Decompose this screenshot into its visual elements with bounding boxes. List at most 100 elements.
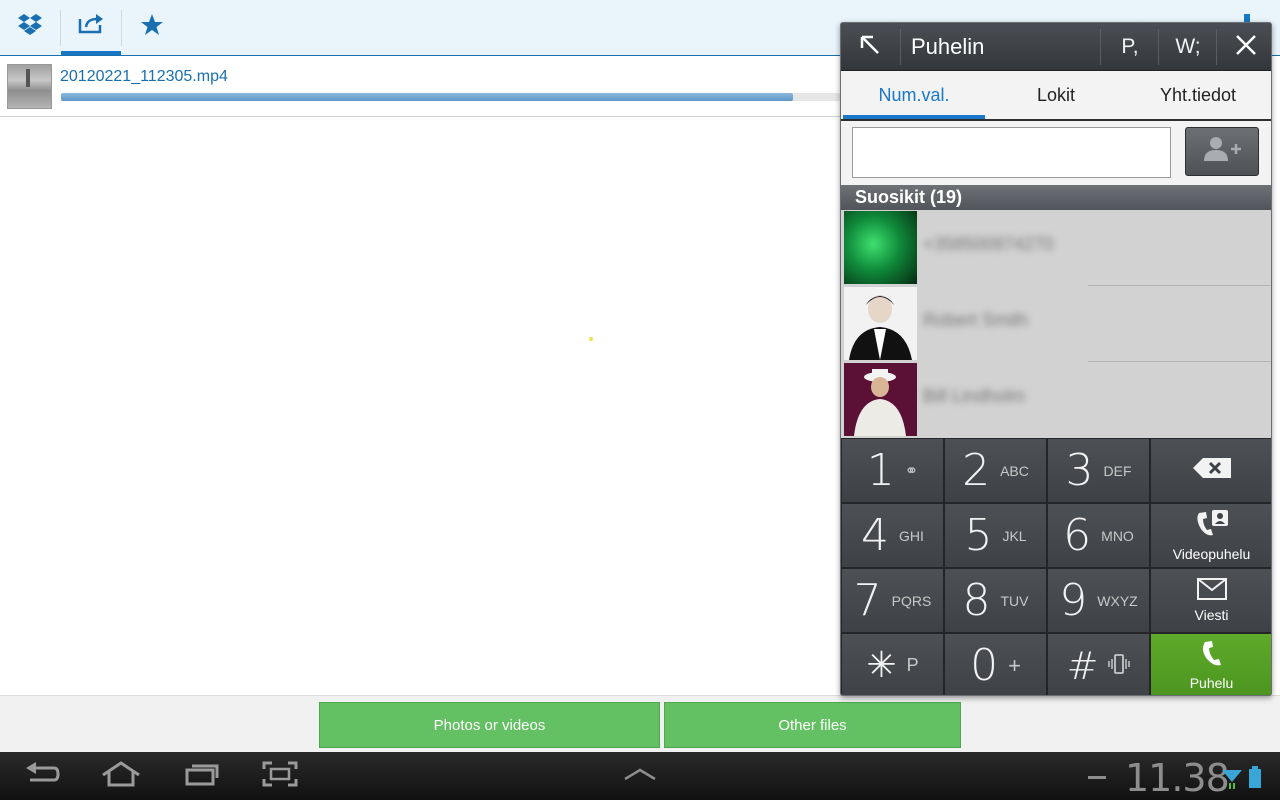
photos-or-videos-button[interactable]: Photos or videos — [319, 702, 660, 748]
key-digit: 3 — [1065, 445, 1094, 496]
key-digit: 8 — [962, 575, 991, 626]
key-letters: ABC — [1000, 462, 1029, 479]
favorite-item[interactable]: +358500974270 — [841, 210, 1271, 286]
key-1[interactable]: 1 ⚭ — [842, 439, 943, 502]
pause-button[interactable]: P, — [1102, 23, 1158, 71]
tab-contacts[interactable]: Yht.tiedot — [1127, 71, 1269, 119]
favorite-name: Bill Lindholm — [923, 386, 1026, 406]
upload-list-item[interactable]: 20120221_112305.mp4 — [0, 56, 840, 117]
key-digit: 1 — [866, 445, 895, 496]
status-clock[interactable]: 11.38 — [1125, 756, 1230, 800]
key-digit: ✳ — [866, 645, 897, 686]
favorite-item[interactable]: Bill Lindholm — [841, 362, 1271, 438]
dial-number-input[interactable] — [852, 127, 1171, 178]
touch-indicator — [589, 337, 593, 341]
dropbox-tab[interactable] — [0, 0, 60, 55]
dropbox-icon — [17, 13, 43, 42]
key-7[interactable]: 7 PQRS — [842, 569, 943, 632]
key-9[interactable]: 9 WXYZ — [1048, 569, 1149, 632]
wifi-icon — [1222, 768, 1242, 795]
backspace-icon — [1192, 457, 1232, 484]
key-hash[interactable]: # — [1048, 634, 1149, 695]
key-letters: WXYZ — [1097, 592, 1138, 609]
action-bar: Photos or videos Other files — [0, 695, 1280, 752]
key-digit: # — [1066, 643, 1099, 688]
phone-title: Puhelin — [911, 34, 985, 59]
title-divider — [1216, 29, 1217, 65]
chevron-up-icon — [623, 767, 657, 786]
key-5[interactable]: 5 JKL — [945, 504, 1046, 567]
key-digit: 7 — [853, 575, 882, 626]
add-contact-button[interactable] — [1185, 127, 1259, 176]
key-digit: 2 — [962, 445, 991, 496]
call-label: Puhelu — [1189, 675, 1234, 691]
phone-mini-app: Puhelin P, W; Num.val. Lokit Yht.tiedot — [840, 22, 1272, 696]
key-letters: P — [906, 655, 919, 675]
favorites-tab[interactable] — [122, 0, 182, 55]
key-3[interactable]: 3 DEF — [1048, 439, 1149, 502]
message-button[interactable]: Viesti — [1151, 569, 1271, 632]
add-contact-icon — [1202, 135, 1242, 168]
upload-filename: 20120221_112305.mp4 — [60, 68, 228, 85]
upload-icon — [77, 11, 105, 40]
title-divider — [1100, 29, 1101, 65]
avatar — [844, 363, 917, 436]
key-digit: 5 — [964, 510, 993, 561]
close-button[interactable] — [1218, 23, 1271, 71]
key-0[interactable]: 0 + — [945, 634, 1046, 695]
recent-apps-icon — [184, 762, 220, 791]
favorite-name: Robert Smith — [923, 310, 1029, 330]
recent-apps-button[interactable] — [182, 762, 222, 790]
message-label: Viesti — [1194, 607, 1229, 623]
videocall-button[interactable]: Videopuhelu — [1151, 504, 1271, 567]
favorite-name: +358500974270 — [923, 234, 1054, 254]
key-4[interactable]: 4 GHI — [842, 504, 943, 567]
videocall-label: Videopuhelu — [1172, 546, 1251, 562]
back-icon — [24, 761, 60, 791]
dial-input-area — [841, 121, 1271, 185]
envelope-icon — [1196, 578, 1227, 605]
screenshot-button[interactable] — [260, 761, 300, 792]
tab-keypad[interactable]: Num.val. — [843, 71, 985, 119]
key-2[interactable]: 2 ABC — [945, 439, 1046, 502]
uploads-tab[interactable] — [61, 0, 121, 55]
home-button[interactable] — [99, 760, 143, 792]
phone-title-bar: Puhelin P, W; — [841, 23, 1271, 71]
favorites-list: +358500974270 Robert Smith Bill Lindholm — [841, 210, 1271, 438]
key-digit: 0 — [970, 640, 999, 691]
battery-icon — [1249, 766, 1261, 793]
title-divider — [1158, 29, 1159, 65]
favorite-item[interactable]: Robert Smith — [841, 286, 1271, 362]
favorites-header: Suosikit (19) — [841, 185, 1271, 210]
screenshot-icon — [262, 761, 298, 792]
app-drawer-handle[interactable] — [620, 762, 660, 790]
tab-logs[interactable]: Lokit — [985, 71, 1127, 119]
call-button[interactable]: Puhelu — [1151, 634, 1271, 695]
key-star[interactable]: ✳ P — [842, 634, 943, 695]
key-letters: JKL — [1002, 527, 1027, 544]
arrow-up-left-icon — [858, 33, 882, 62]
status-separator — [1088, 776, 1106, 779]
expand-button[interactable] — [841, 23, 899, 71]
close-icon — [1235, 34, 1257, 61]
key-digit: 6 — [1063, 510, 1092, 561]
key-6[interactable]: 6 MNO — [1048, 504, 1149, 567]
backspace-button[interactable] — [1151, 439, 1271, 502]
key-letters: DEF — [1103, 462, 1132, 479]
screen: 20120221_112305.mp4 Photos or videos Oth… — [0, 0, 1280, 800]
phone-icon — [1200, 640, 1224, 673]
wait-button[interactable]: W; — [1160, 23, 1216, 71]
key-letters: TUV — [1000, 592, 1029, 609]
key-letters: + — [1008, 652, 1021, 678]
voicemail-icon: ⚭ — [904, 462, 919, 480]
key-digit: 9 — [1059, 575, 1088, 626]
key-8[interactable]: 8 TUV — [945, 569, 1046, 632]
home-icon — [100, 760, 142, 792]
upload-progress-bar — [61, 93, 840, 101]
star-icon — [140, 13, 164, 42]
other-files-button[interactable]: Other files — [664, 702, 961, 748]
back-button[interactable] — [22, 761, 62, 791]
avatar — [844, 287, 917, 360]
video-thumbnail — [7, 64, 52, 109]
title-divider — [900, 29, 901, 65]
